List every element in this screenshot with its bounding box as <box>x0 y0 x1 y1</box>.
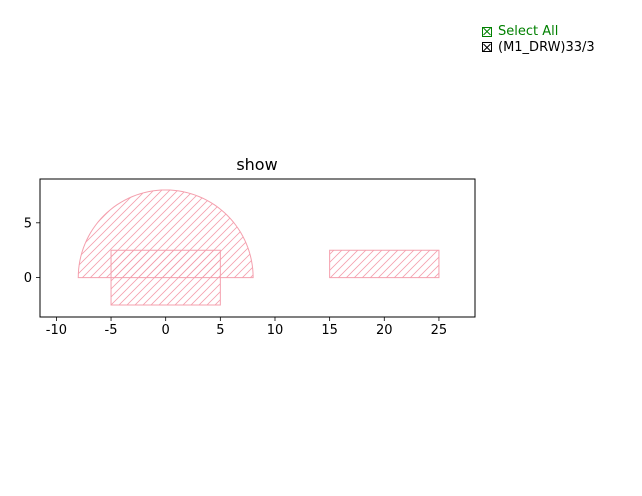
shape-rectangle-2 <box>329 249 440 279</box>
x-tick-label: 20 <box>376 323 393 338</box>
y-axis: 05 <box>24 216 40 286</box>
plot-shapes <box>77 189 440 306</box>
x-tick-label: 10 <box>267 323 284 338</box>
x-tick-label: 25 <box>431 323 448 338</box>
select-all-checkbox-icon[interactable] <box>482 26 492 37</box>
x-tick-label: 0 <box>162 323 170 338</box>
chart-title: show <box>236 155 277 174</box>
select-all-label: Select All <box>498 24 559 39</box>
x-tick-label: -5 <box>105 323 118 338</box>
legend-layer-item[interactable]: (M1_DRW)33/3 <box>482 40 595 56</box>
y-tick-label: 5 <box>24 216 32 231</box>
layer-label: (M1_DRW)33/3 <box>498 39 595 55</box>
shape-rectangle-1 <box>110 249 221 306</box>
x-tick-label: 15 <box>321 323 338 338</box>
x-axis: -10 -5 0 5 10 15 20 25 <box>46 317 447 338</box>
legend-select-all[interactable]: Select All <box>482 24 595 40</box>
layer-checkbox-icon[interactable] <box>482 42 492 53</box>
x-tick-label: 5 <box>216 323 224 338</box>
y-tick-label: 0 <box>24 271 32 286</box>
layer-legend: Select All (M1_DRW)33/3 <box>482 24 595 55</box>
x-tick-label: -10 <box>46 323 67 338</box>
chart: show -10 -5 0 5 10 15 20 25 05 <box>24 155 476 338</box>
